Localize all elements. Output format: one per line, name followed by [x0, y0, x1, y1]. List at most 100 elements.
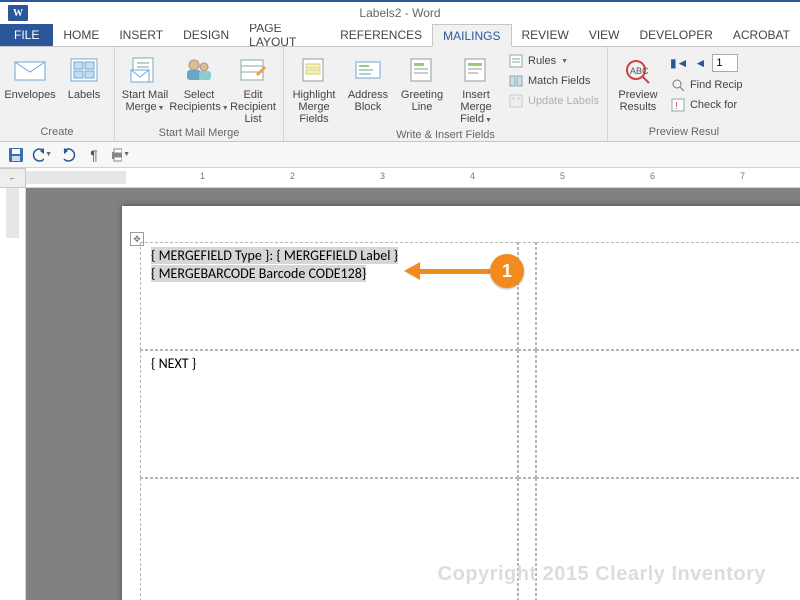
tab-view[interactable]: VIEW: [579, 24, 630, 46]
ribbon-tabs: FILE HOME INSERT DESIGN PAGE LAYOUT REFE…: [0, 24, 800, 46]
check-for-errors-button[interactable]: ! Check for: [666, 96, 756, 114]
rules-button[interactable]: Rules ▼: [504, 52, 603, 70]
select-recipients-icon: [183, 54, 215, 86]
label-gutter-2: [518, 350, 536, 478]
ruler-num-2: 2: [290, 171, 295, 181]
labels-label: Labels: [68, 89, 100, 101]
label-cell-1[interactable]: { MERGEFIELD Type }: { MERGEFIELD Label …: [140, 242, 518, 350]
envelope-icon: [14, 54, 46, 86]
tab-page-layout[interactable]: PAGE LAYOUT: [239, 24, 330, 46]
insert-merge-field-icon: [460, 54, 492, 86]
ruler-corner: ⌐: [0, 168, 26, 188]
next-field: { NEXT }: [151, 355, 196, 372]
mergebarcode-field: { MERGEBARCODE Barcode CODE128}: [151, 265, 366, 282]
tab-references[interactable]: REFERENCES: [330, 24, 432, 46]
update-labels-label: Update Labels: [528, 95, 599, 107]
start-mail-merge-icon: [129, 54, 161, 86]
address-block-label: Address Block: [348, 89, 388, 113]
undo-button[interactable]: ▼: [32, 145, 52, 165]
document-area[interactable]: ✥ { MERGEFIELD Type }: { MERGEFIELD Labe…: [26, 188, 800, 600]
greeting-line-icon: [406, 54, 438, 86]
group-preview-label: Preview Resul: [612, 124, 756, 141]
horizontal-ruler[interactable]: 1 2 3 4 5 6 7: [26, 168, 800, 188]
group-create: Envelopes Labels Create: [0, 47, 115, 141]
update-labels-button[interactable]: Update Labels: [504, 92, 603, 110]
mergefield-type: { MERGEFIELD Type }: [151, 247, 269, 264]
save-button[interactable]: [6, 145, 26, 165]
label-gutter-1: [518, 242, 536, 350]
update-labels-icon: [508, 93, 524, 109]
check-for-errors-label: Check for: [690, 99, 737, 111]
start-mail-merge-label: Start Mail Merge▼: [122, 89, 168, 115]
highlight-merge-fields-icon: [298, 54, 330, 86]
quick-print-button[interactable]: ▼: [110, 145, 130, 165]
prev-record-button[interactable]: ◄: [694, 56, 706, 70]
greeting-line-label: Greeting Line: [401, 89, 443, 113]
watermark: Copyright 2015 Clearly Inventory: [438, 563, 766, 586]
check-errors-icon: !: [670, 97, 686, 113]
svg-text:!: !: [675, 101, 678, 112]
ruler-num-3: 3: [380, 171, 385, 181]
select-recipients-button[interactable]: Select Recipients▼: [173, 50, 225, 125]
start-mail-merge-button[interactable]: Start Mail Merge▼: [119, 50, 171, 125]
edit-recipient-list-icon: [237, 54, 269, 86]
label-cell-4[interactable]: [536, 350, 800, 478]
preview-results-button[interactable]: ABC Preview Results: [612, 50, 664, 124]
ruler-num-5: 5: [560, 171, 565, 181]
address-block-icon: [352, 54, 384, 86]
envelopes-label: Envelopes: [4, 89, 55, 101]
group-write-insert-fields: Highlight Merge Fields Address Block Gre…: [284, 47, 608, 141]
highlight-merge-fields-label: Highlight Merge Fields: [288, 89, 340, 125]
rules-icon: [508, 53, 524, 69]
match-fields-icon: [508, 73, 524, 89]
greeting-line-button[interactable]: Greeting Line: [396, 50, 448, 127]
label-cell-2[interactable]: [536, 242, 800, 350]
insert-merge-field-button[interactable]: Insert Merge Field▼: [450, 50, 502, 127]
ruler-num-6: 6: [650, 171, 655, 181]
match-fields-label: Match Fields: [528, 75, 590, 87]
match-fields-button[interactable]: Match Fields: [504, 72, 603, 90]
highlight-merge-fields-button[interactable]: Highlight Merge Fields: [288, 50, 340, 127]
preview-results-icon: ABC: [622, 54, 654, 86]
select-recipients-label: Select Recipients▼: [169, 89, 228, 115]
show-formatting-button[interactable]: ¶: [84, 145, 104, 165]
edit-recipient-list-label: Edit Recipient List: [227, 89, 279, 125]
labels-icon: [68, 54, 100, 86]
redo-button[interactable]: [58, 145, 78, 165]
tab-mailings[interactable]: MAILINGS: [432, 24, 511, 47]
page: ✥ { MERGEFIELD Type }: { MERGEFIELD Labe…: [122, 206, 800, 600]
quick-access-toolbar: ▼ ¶ ▼: [0, 142, 800, 168]
chevron-down-icon: ▼: [485, 117, 492, 124]
word-app-icon: W: [8, 5, 28, 21]
tab-home[interactable]: HOME: [53, 24, 109, 46]
chevron-down-icon: ▼: [561, 58, 568, 65]
tab-design[interactable]: DESIGN: [173, 24, 239, 46]
find-recipient-label: Find Recip: [690, 79, 743, 91]
ruler-num-4: 4: [470, 171, 475, 181]
labels-button[interactable]: Labels: [58, 50, 110, 124]
address-block-button[interactable]: Address Block: [342, 50, 394, 127]
tab-insert[interactable]: INSERT: [109, 24, 173, 46]
tab-file[interactable]: FILE: [0, 24, 53, 46]
ribbon: Envelopes Labels Create Start Mail Merge…: [0, 46, 800, 142]
rules-label: Rules: [528, 55, 556, 67]
tab-review[interactable]: REVIEW: [512, 24, 579, 46]
tab-developer[interactable]: DEVELOPER: [630, 24, 723, 46]
ruler-num-1: 1: [200, 171, 205, 181]
find-recipient-button[interactable]: Find Recip: [666, 76, 756, 94]
window-title: Labels2 - Word: [359, 6, 440, 20]
first-record-button[interactable]: ▮◄: [670, 56, 688, 70]
preview-results-label: Preview Results: [618, 89, 657, 113]
label-cell-3[interactable]: { NEXT }: [140, 350, 518, 478]
record-number-input[interactable]: [712, 54, 738, 72]
edit-recipient-list-button[interactable]: Edit Recipient List: [227, 50, 279, 125]
tab-acrobat[interactable]: ACROBAT: [723, 24, 800, 46]
vertical-ruler[interactable]: [0, 188, 26, 600]
insert-merge-field-label: Insert Merge Field▼: [450, 89, 502, 127]
svg-text:ABC: ABC: [630, 66, 649, 76]
mergefield-label: { MERGEFIELD Label }: [276, 247, 398, 264]
envelopes-button[interactable]: Envelopes: [4, 50, 56, 124]
ruler-num-7: 7: [740, 171, 745, 181]
group-create-label: Create: [4, 124, 110, 141]
find-recipient-icon: [670, 77, 686, 93]
